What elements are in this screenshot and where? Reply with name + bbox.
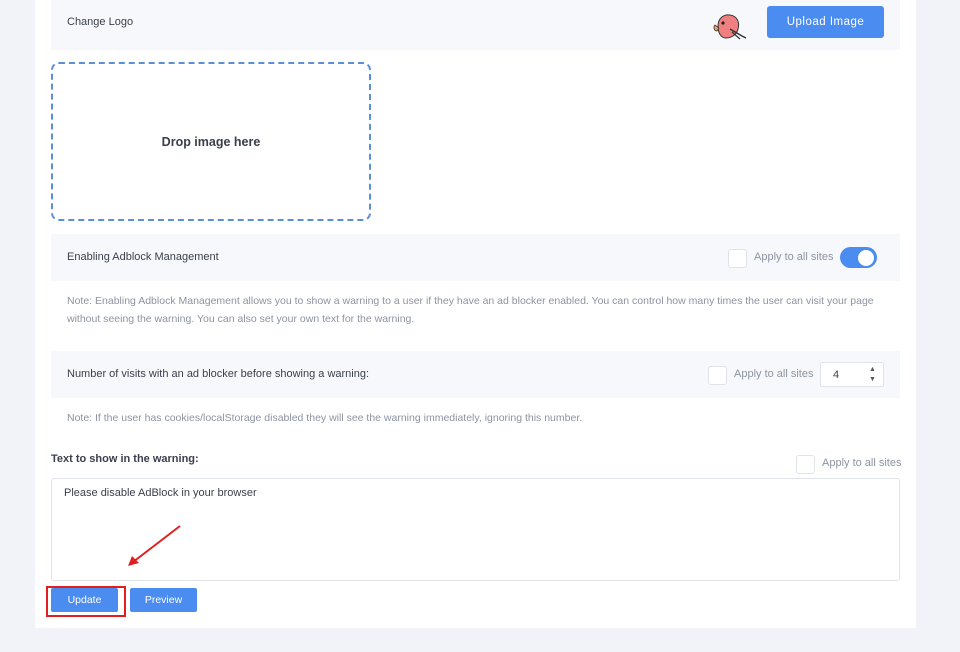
adblock-apply-all-checkbox[interactable] [728,249,747,268]
change-logo-label: Change Logo [67,16,134,28]
warning-apply-all-checkbox[interactable] [796,455,815,474]
image-dropzone[interactable]: Drop image here [51,62,371,221]
adblock-toggle[interactable] [840,247,877,268]
visits-note: Note: If the user has cookies/localStora… [67,412,583,424]
toggle-knob [858,249,874,266]
adblock-apply-all-label: Apply to all sites [754,251,834,263]
visits-apply-all-checkbox[interactable] [708,366,727,385]
visits-label: Number of visits with an ad blocker befo… [67,368,370,380]
warning-text-title: Text to show in the warning: [51,453,199,465]
visits-number-input[interactable]: 4 ▲ ▼ [820,362,884,387]
upload-image-button[interactable]: Upload Image [767,6,884,38]
visits-apply-all-label: Apply to all sites [734,368,814,380]
adblock-note-line1: Note: Enabling Adblock Management allows… [67,295,874,307]
adblock-note: Note: Enabling Adblock Management allows… [67,292,874,328]
parrot-logo-icon [713,14,747,40]
preview-button[interactable]: Preview [130,588,197,612]
update-highlight-box [46,586,126,617]
dropzone-text: Drop image here [161,134,261,149]
stepper-icon[interactable]: ▲ ▼ [868,365,877,385]
visits-value: 4 [833,369,840,381]
warning-apply-all-label: Apply to all sites [822,457,902,469]
adblock-management-label: Enabling Adblock Management [67,251,219,263]
adblock-note-line2: without seeing the warning. You can also… [67,313,415,325]
annotation-arrow-icon [128,525,181,566]
